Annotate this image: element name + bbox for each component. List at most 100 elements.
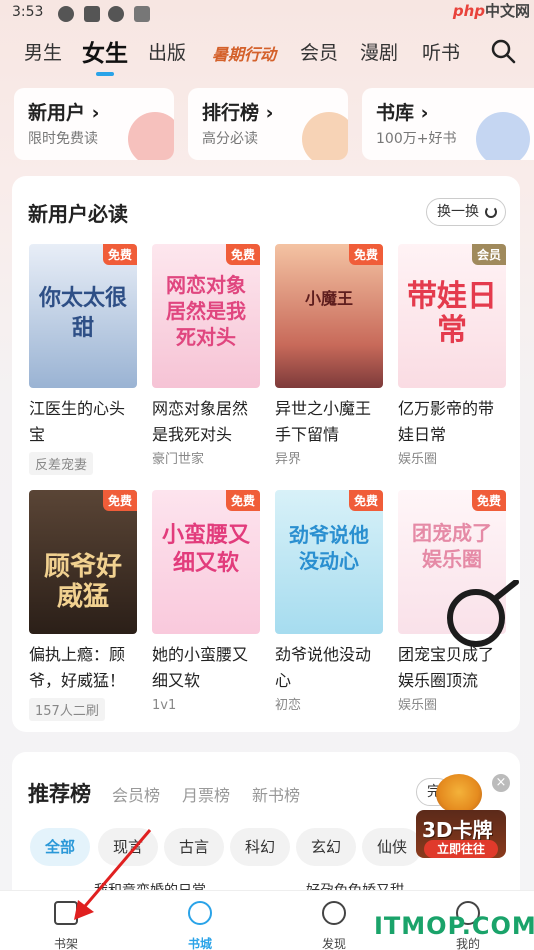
cover-title: 网恋对象居然是我死对头 xyxy=(166,273,246,349)
book-cover[interactable]: 你太太很甜 免费 xyxy=(29,244,137,388)
card-title: 新用户 › xyxy=(28,102,100,124)
chip-scifi[interactable]: 科幻 xyxy=(230,828,291,866)
book-card[interactable]: 网恋对象居然是我死对头 免费 网恋对象居然是我死对头 豪门世家 xyxy=(152,244,262,467)
card-library[interactable]: 书库 › 100万+好书 xyxy=(362,88,534,160)
nav-bookstore[interactable]: 书城 xyxy=(170,897,230,950)
card-title: 排行榜 › xyxy=(202,102,274,124)
top-navigation: 男生 女生 出版 暑期行动 会员 漫剧 听书 xyxy=(0,34,534,76)
book-category: 1v1 xyxy=(152,698,177,713)
trophy-icon xyxy=(302,112,348,160)
book-category: 娱乐圈 xyxy=(398,698,438,713)
book-title: 网恋对象居然是我死对头 xyxy=(152,399,249,444)
free-badge: 免费 xyxy=(225,244,260,265)
status-bar: 3:53 php中文网 xyxy=(0,0,534,28)
smile-icon xyxy=(188,901,212,925)
chip-ancient[interactable]: 古言 xyxy=(164,828,225,866)
section-title: 新用户必读 xyxy=(28,202,128,226)
book-tag: 157人二刷 xyxy=(29,698,105,721)
chip-fantasy[interactable]: 玄幻 xyxy=(296,828,357,866)
library-icon xyxy=(476,112,530,160)
mascot-icon xyxy=(436,774,482,814)
tab-new-rank[interactable]: 新书榜 xyxy=(252,782,300,806)
gallery-notification-icon xyxy=(84,6,100,22)
tab-male[interactable]: 男生 xyxy=(24,38,62,65)
book-card[interactable]: 带娃日常 会员 亿万影帝的带娃日常 娱乐圈 xyxy=(398,244,508,467)
book-cover[interactable]: 小蛮腰又细又软 免费 xyxy=(152,490,260,634)
alarm-clock-icon xyxy=(128,112,174,160)
app-notification-icon xyxy=(108,6,124,22)
chip-xianxia[interactable]: 仙侠 xyxy=(362,828,423,866)
watermark: php中文网 xyxy=(452,2,530,20)
magnifier-icon xyxy=(447,580,519,647)
promo-action-button[interactable]: 立即往往 xyxy=(424,840,498,858)
tab-summer-event[interactable]: 暑期行动 xyxy=(212,41,276,65)
book-title: 偏执上瘾：顾爷，好威猛！ xyxy=(29,645,126,690)
book-cover[interactable]: 小魔王 免费 xyxy=(275,244,383,388)
book-card[interactable]: 劲爷说他没动心 免费 劲爷说他没动心 初恋 xyxy=(275,490,385,713)
ranking-title: 推荐榜 xyxy=(28,782,91,806)
tab-monthly-rank[interactable]: 月票榜 xyxy=(182,782,230,806)
promo-title: 3D卡牌 xyxy=(422,818,493,842)
card-subtitle: 100万+好书 xyxy=(376,131,457,147)
search-icon[interactable] xyxy=(490,38,516,64)
book-title: 亿万影帝的带娃日常 xyxy=(398,399,495,444)
book-cover[interactable]: 网恋对象居然是我死对头 免费 xyxy=(152,244,260,388)
card-game-promo[interactable]: × 3D卡牌 立即往往 xyxy=(414,770,510,862)
card-subtitle: 高分必读 xyxy=(202,131,258,147)
tab-vip-rank[interactable]: 会员榜 xyxy=(112,782,160,806)
cover-title: 团宠成了娱乐圈 xyxy=(412,521,492,571)
cover-title: 你太太很甜 xyxy=(38,286,127,341)
status-time: 3:53 xyxy=(12,4,44,20)
book-category: 豪门世家 xyxy=(152,452,205,467)
card-ranking[interactable]: 排行榜 › 高分必读 xyxy=(188,88,348,160)
book-category: 初恋 xyxy=(275,698,302,713)
book-title: 江医生的心头宝 xyxy=(29,399,126,444)
book-title: 她的小蛮腰又细又软 xyxy=(152,645,249,690)
book-cover[interactable]: 带娃日常 会员 xyxy=(398,244,506,388)
book-category: 异界 xyxy=(275,452,302,467)
tab-vip[interactable]: 会员 xyxy=(300,38,338,65)
book-card[interactable]: 顾爷好威猛 免费 偏执上瘾：顾爷，好威猛！ 157人二刷 xyxy=(29,490,139,721)
nav-label: 书架 xyxy=(53,937,78,950)
tab-drama[interactable]: 漫剧 xyxy=(360,38,398,65)
book-card[interactable]: 你太太很甜 免费 江医生的心头宝 反差宠妻 xyxy=(29,244,139,475)
book-card[interactable]: 小魔王 免费 异世之小魔王手下留情 异界 xyxy=(275,244,385,467)
site-watermark: ITMOP.COM xyxy=(374,912,534,940)
cover-title: 顾爷好威猛 xyxy=(43,552,122,612)
nav-discover[interactable]: 发现 xyxy=(304,897,364,950)
tab-female[interactable]: 女生 xyxy=(82,34,128,76)
tab-audiobook[interactable]: 听书 xyxy=(422,38,460,65)
swap-button[interactable]: 换一换 xyxy=(426,198,506,226)
cover-title: 小蛮腰又细又软 xyxy=(161,523,250,576)
cover-title: 小魔王 xyxy=(304,289,353,308)
cover-title: 劲爷说他没动心 xyxy=(289,523,369,573)
compass-icon xyxy=(322,901,346,925)
book-card[interactable]: 小蛮腰又细又软 免费 她的小蛮腰又细又软 1v1 xyxy=(152,490,262,713)
close-icon[interactable]: × xyxy=(492,774,510,792)
refresh-icon xyxy=(485,206,497,218)
annotation-arrow-icon xyxy=(74,829,152,920)
app-notification-icon xyxy=(58,6,74,22)
vip-badge: 会员 xyxy=(471,244,506,265)
book-cover[interactable]: 劲爷说他没动心 免费 xyxy=(275,490,383,634)
cover-title: 带娃日常 xyxy=(407,279,497,348)
nav-label: 发现 xyxy=(321,937,346,950)
free-badge: 免费 xyxy=(348,244,383,265)
book-title: 异世之小魔王手下留情 xyxy=(275,399,372,444)
card-title: 书库 › xyxy=(376,102,429,124)
book-cover[interactable]: 顾爷好威猛 免费 xyxy=(29,490,137,634)
free-badge: 免费 xyxy=(471,490,506,511)
card-new-user[interactable]: 新用户 › 限时免费读 xyxy=(14,88,174,160)
free-badge: 免费 xyxy=(348,490,383,511)
card-subtitle: 限时免费读 xyxy=(28,131,98,147)
book-category: 娱乐圈 xyxy=(398,452,438,467)
tab-publish[interactable]: 出版 xyxy=(148,38,186,65)
a-notification-icon xyxy=(134,6,150,22)
free-badge: 免费 xyxy=(102,490,137,511)
book-tag: 反差宠妻 xyxy=(29,452,94,475)
free-badge: 免费 xyxy=(225,490,260,511)
free-badge: 免费 xyxy=(102,244,137,265)
swap-label: 换一换 xyxy=(437,204,479,220)
nav-label: 书城 xyxy=(187,937,212,950)
book-title: 劲爷说他没动心 xyxy=(275,645,372,690)
